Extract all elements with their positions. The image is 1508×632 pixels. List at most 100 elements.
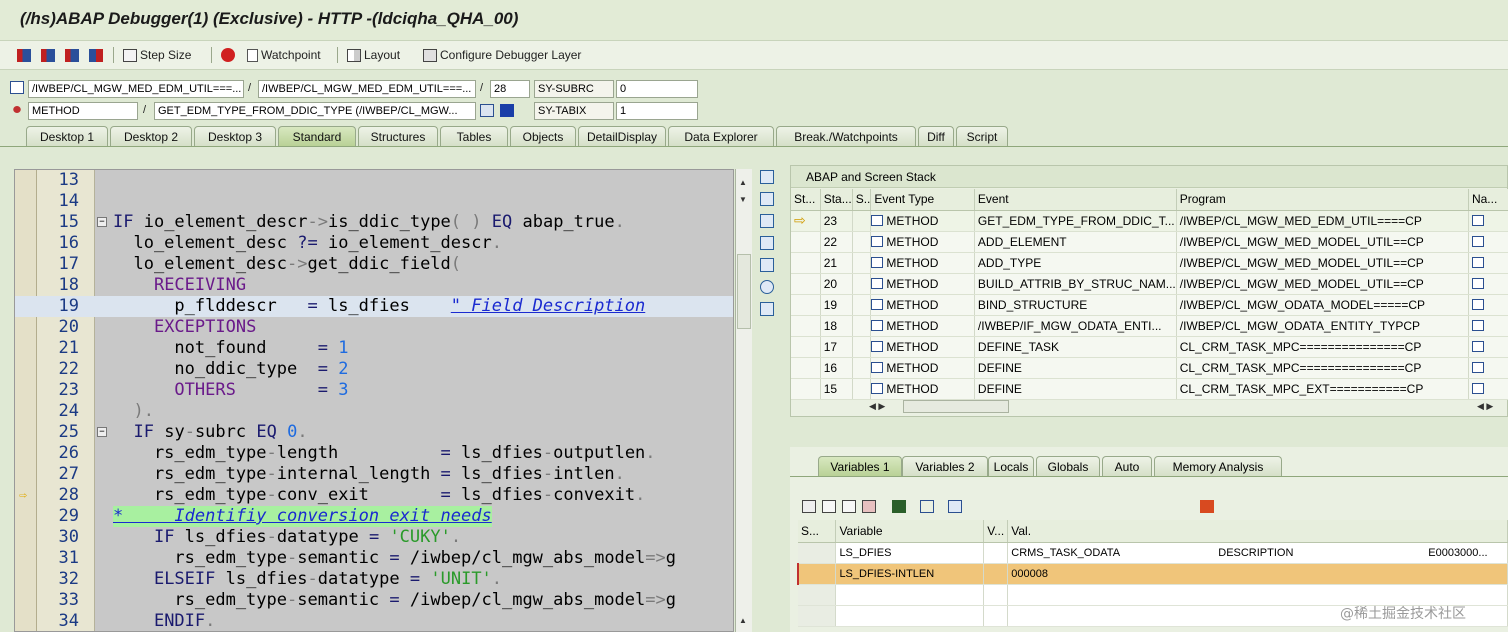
fold-toggle-icon[interactable]: − xyxy=(97,427,107,437)
tab-desktop-2[interactable]: Desktop 2 xyxy=(110,126,192,146)
code-line[interactable]: 30 IF ls_dfies-datatype = 'CUKY'. xyxy=(15,527,733,548)
stack-hscroll-thumb[interactable] xyxy=(903,400,1009,413)
var-column-header[interactable]: Variable xyxy=(835,520,985,543)
stack-row[interactable]: 17 METHOD DEFINE_TASK CL_CRM_TASK_MPC======… xyxy=(791,336,1508,358)
scroll-left-icon[interactable]: ◀ ▶ xyxy=(869,401,885,412)
tab-tables[interactable]: Tables xyxy=(440,126,508,146)
pin-icon[interactable] xyxy=(948,500,962,513)
variable-row[interactable]: LS_DFIES CRMS_TASK_ODATA DESCRIPTION E00030… xyxy=(798,542,1508,564)
details-icon[interactable] xyxy=(822,500,836,513)
variable-name-cell[interactable]: LS_DFIES-INTLEN xyxy=(835,563,985,585)
stack-column-header[interactable]: S.. xyxy=(852,189,872,211)
display-icon[interactable] xyxy=(480,104,494,117)
code-line[interactable]: 31 rs_edm_type-semantic = /iwbep/cl_mgw_… xyxy=(15,548,733,569)
variable-row[interactable]: LS_DFIES-INTLEN 000008 xyxy=(797,563,1508,585)
navigate-icon[interactable] xyxy=(1468,294,1508,316)
tab-break-watchpoints[interactable]: Break./Watchpoints xyxy=(776,126,916,146)
vartab-variables-2[interactable]: Variables 2 xyxy=(902,456,988,476)
services-icon[interactable] xyxy=(760,280,774,294)
variable-value-cell[interactable]: 000008 xyxy=(1007,563,1508,585)
scroll-thumb[interactable] xyxy=(737,254,751,329)
export-icon[interactable] xyxy=(862,500,876,513)
code-line[interactable]: 27 rs_edm_type-internal_length = ls_dfie… xyxy=(15,464,733,485)
navigate-icon[interactable] xyxy=(1471,214,1484,226)
swap-icon[interactable] xyxy=(760,258,774,272)
navigate-icon[interactable] xyxy=(1471,277,1484,289)
code-line[interactable]: 25 IF sy-subrc EQ 0. − xyxy=(15,422,733,443)
var-column-header[interactable]: Val. xyxy=(1007,520,1508,543)
code-line[interactable]: 22 no_ddic_type = 2 xyxy=(15,359,733,380)
navigate-icon[interactable] xyxy=(1468,273,1508,295)
table-icon[interactable] xyxy=(842,500,856,513)
close-icon[interactable] xyxy=(760,170,774,184)
variable-row[interactable] xyxy=(798,584,1508,606)
navigate-icon[interactable] xyxy=(920,500,934,513)
scroll-down-icon[interactable]: ▼ xyxy=(739,195,747,204)
navigate-icon[interactable] xyxy=(1471,298,1484,310)
stack-row[interactable]: 16 METHOD DEFINE CL_CRM_TASK_MPC===========… xyxy=(791,357,1508,379)
var-status-cell[interactable] xyxy=(798,584,837,606)
variable-value-cell[interactable] xyxy=(1007,584,1508,606)
code-line[interactable]: 17 lo_element_desc->get_ddic_field( xyxy=(15,254,733,275)
single-step-icon[interactable] xyxy=(17,46,34,64)
maximize-icon[interactable] xyxy=(760,236,774,250)
variable-name-cell[interactable] xyxy=(835,584,985,606)
code-line[interactable]: 14 xyxy=(15,191,733,212)
navigate-icon[interactable] xyxy=(1471,340,1484,352)
stack-column-header[interactable]: Event Type xyxy=(870,189,975,211)
event-type-field[interactable]: METHOD xyxy=(28,102,138,120)
return-icon[interactable] xyxy=(65,46,82,64)
tab-data-explorer[interactable]: Data Explorer xyxy=(668,126,774,146)
code-line[interactable]: 28 rs_edm_type-conv_exit = ls_dfies-conv… xyxy=(15,485,733,506)
stack-column-header[interactable]: St... xyxy=(791,189,821,211)
code-vertical-scrollbar[interactable]: ▲ ▼ ▲ xyxy=(735,169,752,632)
tab-desktop-3[interactable]: Desktop 3 xyxy=(194,126,276,146)
code-line[interactable]: 20 EXCEPTIONS xyxy=(15,317,733,338)
program-field[interactable]: /IWBEP/CL_MGW_MED_EDM_UTIL===... xyxy=(28,80,244,98)
var-status-cell[interactable] xyxy=(798,542,837,564)
configure-debugger-layer-button[interactable]: Configure Debugger Layer xyxy=(423,46,581,64)
vartab-memory-analysis[interactable]: Memory Analysis xyxy=(1154,456,1282,476)
tab-desktop-1[interactable]: Desktop 1 xyxy=(26,126,108,146)
vartab-locals[interactable]: Locals xyxy=(988,456,1034,476)
code-line[interactable]: 29 * Identifiy conversion exit needs xyxy=(15,506,733,527)
sysubrc-value[interactable]: 0 xyxy=(616,80,698,98)
code-line[interactable]: 26 rs_edm_type-length = ls_dfies-outputl… xyxy=(15,443,733,464)
navigate-icon[interactable] xyxy=(1471,256,1484,268)
sytabix-value[interactable]: 1 xyxy=(616,102,698,120)
delete-icon[interactable] xyxy=(802,500,816,513)
stack-row[interactable]: 18 METHOD/IWBEP/IF_MGW_ODATA_ENTI.../IWBE… xyxy=(791,315,1508,337)
stack-row[interactable]: 19 METHOD BIND_STRUCTURE/IWBEP/CL_MGW_ODAT… xyxy=(791,294,1508,316)
code-line[interactable]: 23 OTHERS = 3 xyxy=(15,380,733,401)
line-field[interactable]: 28 xyxy=(490,80,530,98)
include-field[interactable]: /IWBEP/CL_MGW_MED_EDM_UTIL===... xyxy=(258,80,476,98)
navigate-icon[interactable] xyxy=(1471,382,1484,394)
code-line[interactable]: 13 xyxy=(15,170,733,191)
new-tool-icon[interactable] xyxy=(760,192,774,206)
navigate-icon[interactable] xyxy=(1468,252,1508,274)
code-line[interactable]: 16 lo_element_desc ?= io_element_descr. xyxy=(15,233,733,254)
stack-row[interactable]: 22 METHOD ADD_ELEMENT/IWBEP/CL_MGW_MED_MOD… xyxy=(791,231,1508,253)
save-icon[interactable] xyxy=(1200,500,1214,513)
code-line[interactable]: 15 IF io_element_descr->is_ddic_type( ) E… xyxy=(15,212,733,233)
tab-detaildisplay[interactable]: DetailDisplay xyxy=(578,126,666,146)
continue-icon[interactable] xyxy=(89,46,106,64)
stack-column-header[interactable]: Sta... xyxy=(820,189,853,211)
watchpoint-button[interactable]: Watchpoint xyxy=(247,46,321,64)
navigate-icon[interactable] xyxy=(1471,319,1484,331)
navigate-icon[interactable] xyxy=(1468,210,1508,232)
vartab-variables-1[interactable]: Variables 1 xyxy=(818,456,902,476)
tab-objects[interactable]: Objects xyxy=(510,126,576,146)
code-line[interactable]: 34 ENDIF. xyxy=(15,611,733,631)
code-line[interactable]: 21 not_found = 1 xyxy=(15,338,733,359)
stack-row[interactable]: ⇨ 23 METHOD GET_EDM_TYPE_FROM_DDIC_T.../IWB… xyxy=(791,210,1508,232)
navigate-icon[interactable] xyxy=(1468,231,1508,253)
navigate-icon[interactable] xyxy=(1468,315,1508,337)
navigate-icon[interactable] xyxy=(1471,361,1484,373)
code-line[interactable]: 33 rs_edm_type-semantic = /iwbep/cl_mgw_… xyxy=(15,590,733,611)
navigate-icon[interactable] xyxy=(1468,378,1508,400)
execute-step-icon[interactable] xyxy=(41,46,58,64)
source-code-editor[interactable]: 13 14 15 IF io_element_descr->is_ddic_type(… xyxy=(14,169,734,632)
tab-standard[interactable]: Standard xyxy=(278,126,356,146)
var-column-header[interactable]: S... xyxy=(798,520,837,543)
